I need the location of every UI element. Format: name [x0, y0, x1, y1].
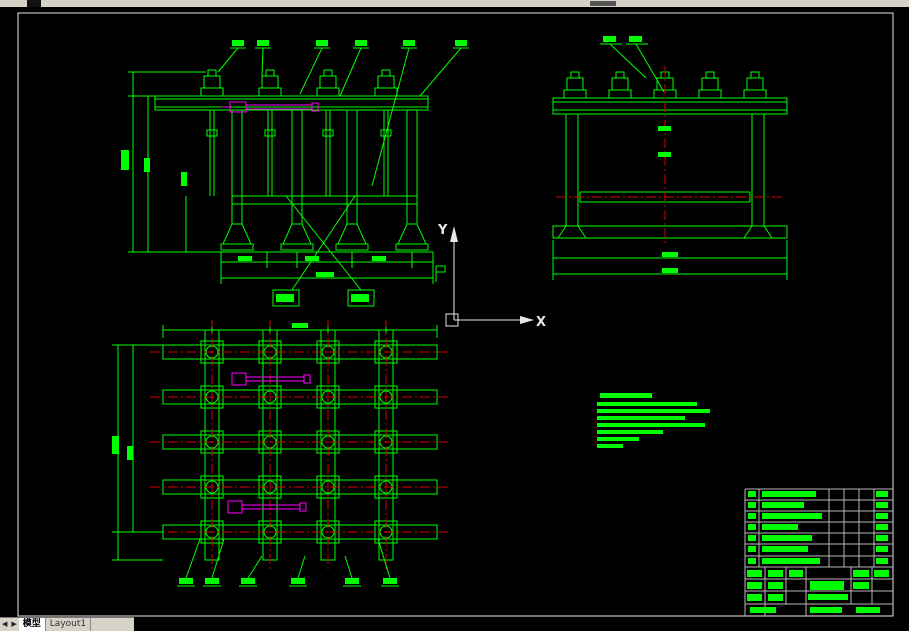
parts-list-text	[748, 491, 888, 564]
plan-top-dimension	[162, 323, 438, 338]
vibrator-cylinder-plan-2	[227, 500, 307, 514]
side-balloon-labels	[600, 36, 665, 93]
screw-jack	[563, 71, 587, 99]
plan-centerlines	[150, 320, 448, 570]
tab-model[interactable]: 模型	[18, 618, 46, 631]
side-base	[552, 225, 788, 239]
screw-jack	[608, 71, 632, 99]
plan-balloon-labels	[177, 538, 399, 587]
front-legs	[231, 110, 418, 224]
ucs-y-label: Y	[437, 223, 448, 238]
side-top-beam	[552, 97, 788, 115]
technical-notes-block	[597, 393, 710, 448]
front-bottom-dimensions	[220, 252, 434, 284]
foot	[280, 223, 314, 251]
front-top-beam	[154, 95, 429, 111]
foot	[335, 223, 369, 251]
front-elevation-view	[121, 40, 469, 307]
ucs-icon: Y X	[437, 223, 546, 330]
title-block	[744, 488, 893, 616]
screw-rods	[206, 110, 392, 196]
side-bottom-dimensions	[552, 240, 788, 280]
foot	[395, 223, 429, 251]
layout-tab-bar: ◀ ▶ 模型 Layout1	[0, 617, 134, 631]
side-elevation-view	[552, 36, 788, 280]
plan-left-dimensions	[112, 344, 163, 561]
tab-layout1[interactable]: Layout1	[46, 618, 92, 631]
drawing-canvas[interactable]: Y X	[0, 0, 909, 631]
screw-jack	[316, 69, 340, 97]
front-brace	[231, 195, 418, 205]
plan-view	[112, 320, 448, 587]
screw-jack	[200, 69, 224, 97]
section-flag	[435, 265, 446, 282]
tab-nav-prev-icon[interactable]: ◀	[0, 618, 9, 631]
detail-callout-boxes	[272, 289, 375, 307]
tab-nav-next-icon[interactable]: ▶	[9, 618, 18, 631]
vibrator-cylinder-plan-1	[231, 372, 311, 386]
screw-jack	[374, 69, 398, 97]
screw-jack	[743, 71, 767, 99]
cad-application-window: Y X ◀ ▶ 模型 Layout1	[0, 0, 909, 631]
ucs-x-label: X	[536, 315, 546, 330]
screw-jack	[698, 71, 722, 99]
foot	[220, 223, 254, 251]
